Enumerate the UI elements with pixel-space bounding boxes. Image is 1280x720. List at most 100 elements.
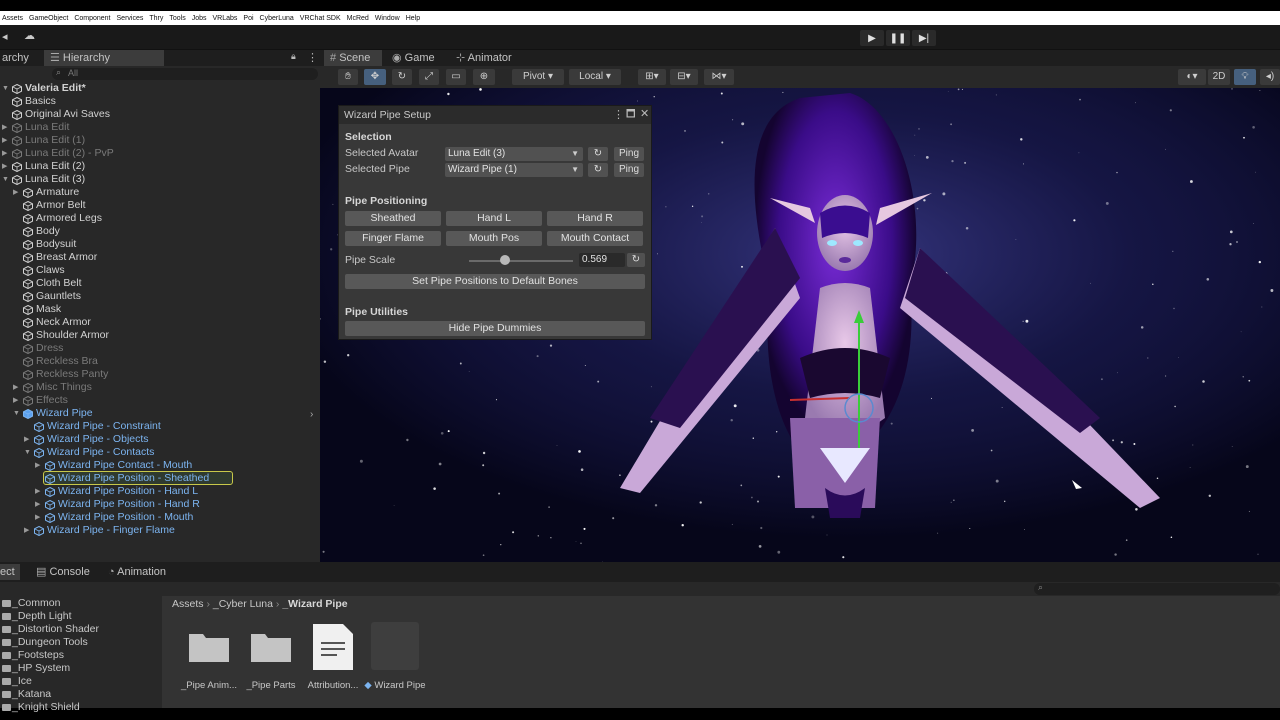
tab-partial-left[interactable]: archy (0, 50, 35, 66)
collapse-arrow-icon[interactable]: ▶ (13, 394, 18, 407)
tab-project[interactable]: ect (0, 564, 20, 580)
hierarchy-row[interactable]: Reckless Bra (0, 355, 320, 368)
pipe-scale-slider-track[interactable] (469, 260, 573, 262)
shading-mode-dropdown[interactable]: ◐▾ (1178, 69, 1206, 85)
asset-pipe-parts-folder[interactable]: _Pipe Parts (240, 620, 302, 691)
chevron-right-icon[interactable]: › (310, 409, 313, 420)
selected-avatar-dropdown[interactable]: Luna Edit (3) ▼ (445, 147, 583, 161)
hierarchy-row[interactable]: Armored Legs (0, 212, 320, 225)
collapse-arrow-icon[interactable]: ▶ (2, 147, 7, 160)
hierarchy-row[interactable]: Breast Armor (0, 251, 320, 264)
breadcrumb-assets[interactable]: Assets (172, 598, 204, 610)
menu-item-component[interactable]: Component (72, 15, 114, 22)
hierarchy-row[interactable]: ▶ Luna Edit (2) - PvP (0, 147, 320, 160)
scale-tool-button[interactable]: ⤢ (419, 69, 439, 85)
tab-game[interactable]: ◉ Game (386, 50, 441, 66)
hierarchy-row[interactable]: ▶ Wizard Pipe Position - Hand R (0, 498, 320, 511)
collapse-arrow-icon[interactable]: ▶ (2, 121, 7, 134)
expand-arrow-icon[interactable]: ▼ (2, 82, 9, 95)
hierarchy-row[interactable]: ▶ Effects (0, 394, 320, 407)
collapse-arrow-icon[interactable]: ▶ (2, 160, 7, 173)
breadcrumb-cyber-luna[interactable]: _Cyber Luna (213, 598, 273, 610)
refresh-avatar-button[interactable]: ↻ (588, 147, 608, 161)
audio-toggle[interactable]: ◂) (1260, 69, 1280, 85)
tab-animator[interactable]: ⊹ Animator (450, 50, 518, 66)
hierarchy-row[interactable]: Body (0, 225, 320, 238)
hierarchy-row[interactable]: ▶ Luna Edit (0, 121, 320, 134)
hierarchy-row[interactable]: Original Avi Saves (0, 108, 320, 121)
asset-attribution-doc[interactable]: Attribution... (302, 620, 364, 691)
asset-wizard-pipe-prefab[interactable]: ◆ Wizard Pipe (364, 620, 426, 691)
tab-hierarchy[interactable]: ☰ Hierarchy (44, 50, 164, 66)
collapse-arrow-icon[interactable]: ▶ (24, 524, 29, 537)
maximize-icon[interactable]: 🗖︎ (626, 107, 636, 124)
asset-pipe-anim-folder[interactable]: _Pipe Anim... (178, 620, 240, 691)
snap-settings-button[interactable]: ⋈▾ (704, 69, 734, 85)
hand-r-button[interactable]: Hand R (547, 211, 643, 226)
hierarchy-row[interactable]: Gauntlets (0, 290, 320, 303)
hierarchy-row[interactable]: ▶ Misc Things (0, 381, 320, 394)
menu-item-services[interactable]: Services (115, 15, 148, 22)
menu-item-gameobject[interactable]: GameObject (27, 15, 72, 22)
menu-item-poi[interactable]: Poi (241, 15, 257, 22)
collapse-arrow-icon[interactable]: ▶ (13, 186, 18, 199)
grid-snap-button[interactable]: ⊞▾ (638, 69, 666, 85)
menu-item-mcred[interactable]: McRed (345, 15, 373, 22)
hide-pipe-dummies-button[interactable]: Hide Pipe Dummies (345, 321, 645, 336)
menu-item-assets[interactable]: Assets (0, 15, 27, 22)
lighting-toggle[interactable]: 💡︎ (1234, 69, 1256, 85)
collapse-arrow-icon[interactable]: ▶ (35, 459, 40, 472)
ping-pipe-button[interactable]: Ping (614, 163, 644, 177)
kebab-menu-icon[interactable]: ⋮ (613, 108, 624, 121)
menu-item-cyberluna[interactable]: CyberLuna (258, 15, 298, 22)
rotate-tool-button[interactable]: ↻ (392, 69, 412, 85)
set-default-bones-button[interactable]: Set Pipe Positions to Default Bones (345, 274, 645, 289)
refresh-pipe-button[interactable]: ↻ (588, 163, 608, 177)
hierarchy-row[interactable]: ▶ Luna Edit (2) (0, 160, 320, 173)
hierarchy-row[interactable]: ▶ Wizard Pipe - Objects (0, 433, 320, 446)
hierarchy-row[interactable]: ▶ Wizard Pipe - Finger Flame (0, 524, 320, 537)
menu-item-tools[interactable]: Tools (167, 15, 189, 22)
breadcrumb-wizard-pipe[interactable]: _Wizard Pipe (282, 598, 347, 610)
hierarchy-row[interactable]: Wizard Pipe - Constraint (0, 420, 320, 433)
ping-avatar-button[interactable]: Ping (614, 147, 644, 161)
hierarchy-row[interactable]: Reckless Panty (0, 368, 320, 381)
collapse-arrow-icon[interactable]: ▶ (35, 485, 40, 498)
pause-button[interactable]: ❚❚ (886, 30, 910, 46)
reset-scale-button[interactable]: ↻ (627, 253, 645, 267)
hierarchy-row[interactable]: ▼ Luna Edit (3) (0, 173, 320, 186)
hierarchy-row[interactable]: Cloth Belt (0, 277, 320, 290)
tab-animation[interactable]: ◔ Animation (102, 564, 172, 580)
kebab-menu-icon[interactable]: ⋮ (307, 51, 318, 64)
expand-arrow-icon[interactable]: ▼ (2, 173, 9, 186)
hand-l-button[interactable]: Hand L (446, 211, 542, 226)
cloud-icon[interactable]: ☁ (24, 29, 35, 42)
move-tool-button[interactable]: ✥ (364, 69, 386, 85)
mouth-pos-button[interactable]: Mouth Pos (446, 231, 542, 246)
hierarchy-row[interactable]: Dress (0, 342, 320, 355)
hierarchy-row[interactable]: Armor Belt (0, 199, 320, 212)
collapse-arrow-icon[interactable]: ▶ (13, 381, 18, 394)
close-icon[interactable]: ✕ (640, 107, 649, 120)
finger-flame-button[interactable]: Finger Flame (345, 231, 441, 246)
hierarchy-row[interactable]: Basics (0, 95, 320, 108)
menu-item-help[interactable]: Help (404, 15, 424, 22)
local-dropdown[interactable]: Local ▾ (569, 69, 621, 85)
rect-tool-button[interactable]: ▭ (446, 69, 466, 85)
hierarchy-row[interactable]: Claws (0, 264, 320, 277)
hand-tool-button[interactable]: ✋︎ (338, 69, 358, 85)
project-search-input[interactable]: ⌕ (1034, 582, 1280, 595)
hierarchy-row[interactable]: Wizard Pipe Position - Sheathed (0, 471, 320, 485)
lock-icon[interactable]: 🔒︎ (291, 51, 296, 62)
pivot-dropdown[interactable]: Pivot ▾ (512, 69, 564, 85)
snap-increment-button[interactable]: ⊟▾ (670, 69, 698, 85)
tab-scene[interactable]: # Scene (324, 50, 382, 66)
hierarchy-row[interactable]: Mask (0, 303, 320, 316)
menu-item-vrchat-sdk[interactable]: VRChat SDK (298, 15, 345, 22)
hierarchy-row[interactable]: ▼ Wizard Pipe - Contacts (0, 446, 320, 459)
hierarchy-search-input[interactable]: ⌕ All (52, 67, 318, 80)
expand-arrow-icon[interactable]: ▼ (24, 446, 31, 459)
play-button[interactable]: ▶ (860, 30, 884, 46)
transform-tool-button[interactable]: ⊕ (473, 69, 495, 85)
hierarchy-row[interactable]: ▼ Valeria Edit* (0, 82, 320, 95)
